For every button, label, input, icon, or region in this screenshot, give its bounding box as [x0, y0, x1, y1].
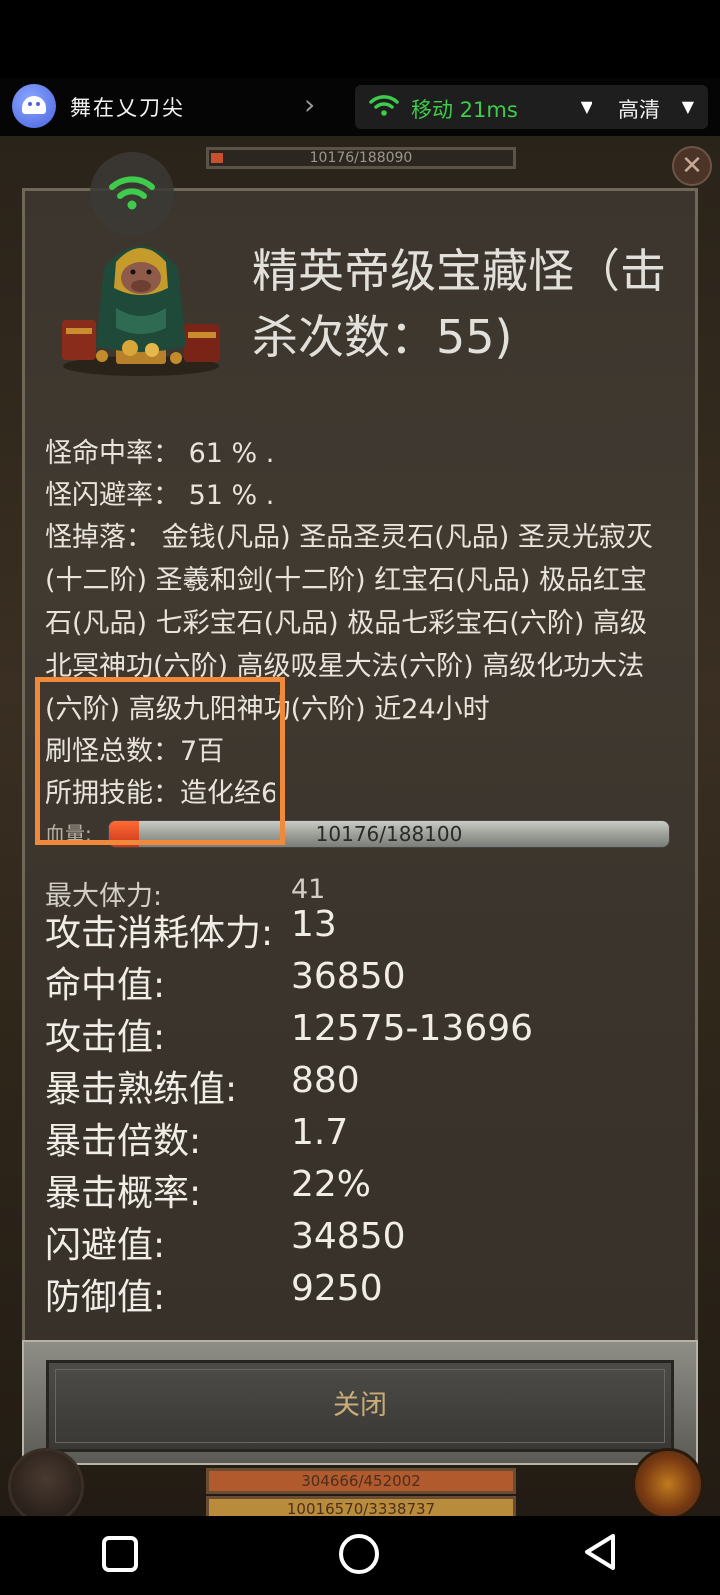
annotation-highlight-box: [35, 677, 285, 845]
scene-close-icon[interactable]: ✕: [672, 146, 712, 186]
stat-row: 暴击概率: 22%: [45, 1164, 371, 1216]
quality-selector-button[interactable]: 高清 ▼: [592, 85, 708, 129]
stat-row: 闪避值: 34850: [45, 1216, 406, 1268]
recent-apps-icon[interactable]: [102, 1536, 138, 1572]
stat-row: 命中值: 36850: [45, 956, 406, 1008]
home-icon[interactable]: [339, 1534, 379, 1574]
player-hp-bar: 304666/452002: [206, 1468, 516, 1494]
stat-value: 9250: [291, 1268, 383, 1309]
stat-label: 防御值:: [45, 1277, 166, 1318]
stat-row: 暴击倍数: 1.7: [45, 1112, 348, 1164]
player-hp-text: 304666/452002: [301, 1472, 421, 1490]
stat-value: 41: [291, 874, 326, 905]
stat-value: 36850: [291, 956, 406, 997]
monster-hit-rate: 怪命中率： 61 % .: [45, 438, 275, 469]
stat-label: 攻击消耗体力:: [45, 913, 274, 954]
stat-value: 1.7: [291, 1112, 349, 1153]
stat-value: 13: [291, 904, 337, 945]
android-nav-bar: [0, 1516, 720, 1595]
stat-label: 命中值:: [45, 965, 166, 1006]
stat-label: 暴击熟练值:: [45, 1069, 238, 1110]
stat-label: 攻击值:: [45, 1017, 166, 1058]
quality-label: 高清: [618, 98, 660, 122]
stat-value: 22%: [291, 1164, 372, 1205]
top-hp-bar: 10176/188090: [206, 147, 516, 169]
network-selector-button[interactable]: 移动 21ms ▼: [355, 85, 609, 129]
wifi-icon: [369, 95, 399, 116]
network-label: 移动 21ms: [411, 98, 518, 122]
back-icon[interactable]: [582, 1532, 618, 1572]
treasure-monster-image: [62, 246, 220, 376]
stat-row: 攻击值: 12575-13696: [45, 1008, 533, 1060]
player-portrait[interactable]: [8, 1448, 84, 1524]
stat-label: 闪避值:: [45, 1225, 166, 1266]
stat-value: 12575-13696: [291, 1008, 534, 1049]
skill-orb-icon[interactable]: [632, 1448, 704, 1520]
caret-down-icon: ▼: [681, 97, 694, 116]
floating-wifi-button[interactable]: [90, 152, 174, 236]
stat-value: 880: [291, 1060, 360, 1101]
wifi-icon: [109, 176, 155, 210]
stat-row: 防御值: 9250: [45, 1268, 383, 1320]
chevron-right-icon[interactable]: ›: [304, 88, 315, 121]
top-hp-text: 10176/188090: [309, 150, 413, 166]
stat-value: 34850: [291, 1216, 406, 1257]
monster-dodge-rate: 怪闪避率： 51 % .: [45, 480, 275, 511]
android-icon[interactable]: [12, 84, 56, 128]
stat-row: 暴击熟练值: 880: [45, 1060, 360, 1112]
stat-label: 暴击倍数:: [45, 1121, 202, 1162]
close-button[interactable]: 关闭: [46, 1360, 674, 1452]
stat-label: 暴击概率:: [45, 1173, 202, 1214]
stream-top-bar: 舞在乂刀尖 › 移动 21ms ▼ 高清 ▼: [0, 78, 720, 136]
monster-title: 精英帝级宝藏怪（击杀次数：55): [252, 244, 666, 364]
stat-row: 攻击消耗体力: 13: [45, 904, 337, 956]
app-title: 舞在乂刀尖: [70, 96, 185, 120]
